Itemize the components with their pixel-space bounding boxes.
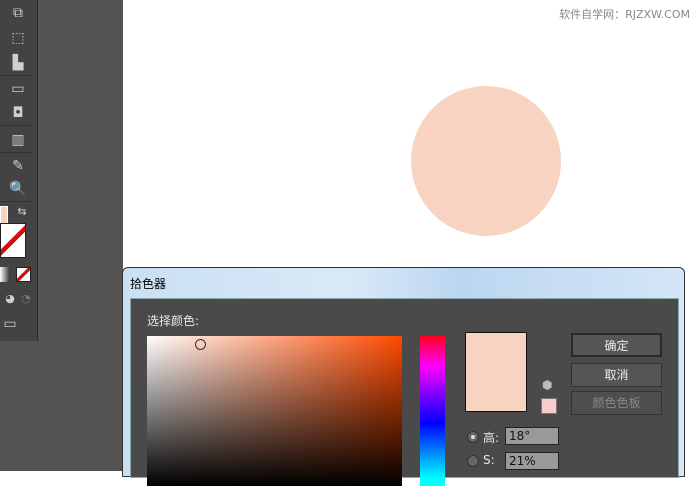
- mesh-chart-icon[interactable]: ▙: [8, 54, 28, 72]
- panel-background: [0, 341, 38, 471]
- cancel-button[interactable]: 取消: [571, 363, 662, 387]
- gradient-mode-icon[interactable]: [0, 267, 10, 282]
- blend-tool-icon[interactable]: ◘: [8, 104, 28, 122]
- color-picker-dialog: 拾色器 选择颜色: ⬢ 确定 取消 颜色色板 高: 18° S: 21%: [122, 267, 685, 486]
- hue-label: 高:: [483, 431, 500, 445]
- perspective-select-icon[interactable]: ⬚: [8, 29, 28, 47]
- pasteboard: [38, 0, 123, 471]
- screen-mode-icon[interactable]: ▭: [0, 315, 20, 333]
- color-picker-handle[interactable]: [195, 339, 206, 350]
- slice-tool-icon[interactable]: ✎: [8, 157, 28, 175]
- web-safe-swatch[interactable]: [541, 398, 557, 414]
- watermark: 软件自学网：RJZXW.COM: [559, 8, 690, 21]
- saturation-label: S:: [483, 453, 495, 467]
- hue-slider[interactable]: [420, 336, 445, 486]
- saturation-input[interactable]: 21%: [505, 452, 559, 470]
- stroke-swatch[interactable]: [0, 223, 26, 258]
- dialog-title: 拾色器: [130, 277, 167, 291]
- dialog-body: 选择颜色: ⬢ 确定 取消 颜色色板 高: 18° S: 21%: [130, 298, 679, 486]
- hue-radio[interactable]: [467, 431, 479, 443]
- graph-tool-icon[interactable]: ▥: [8, 131, 28, 149]
- circle-shape[interactable]: [411, 86, 561, 236]
- artboard-resize-icon[interactable]: ⧉: [8, 4, 28, 22]
- web-safe-cube-icon[interactable]: ⬢: [542, 378, 552, 392]
- tools-panel: ⧉ ⬚ ▙ ▭ ◘ ▥ ✎ 🔍 ⇆ ◕ ◔ ▭: [0, 0, 38, 341]
- select-color-label: 选择颜色:: [147, 314, 200, 328]
- color-swatches-button[interactable]: 颜色色板: [571, 391, 662, 415]
- draw-inside-icon[interactable]: ◔: [16, 290, 36, 308]
- none-mode-icon[interactable]: [16, 267, 31, 282]
- hue-input[interactable]: 18°: [505, 427, 559, 445]
- color-field[interactable]: [147, 336, 402, 486]
- gradient-tool-icon[interactable]: ▭: [8, 80, 28, 98]
- ok-button[interactable]: 确定: [571, 333, 662, 357]
- swap-colors-icon[interactable]: ⇆: [12, 203, 32, 221]
- color-preview: [465, 332, 527, 412]
- zoom-tool-icon[interactable]: 🔍: [8, 180, 28, 198]
- saturation-radio[interactable]: [467, 455, 479, 467]
